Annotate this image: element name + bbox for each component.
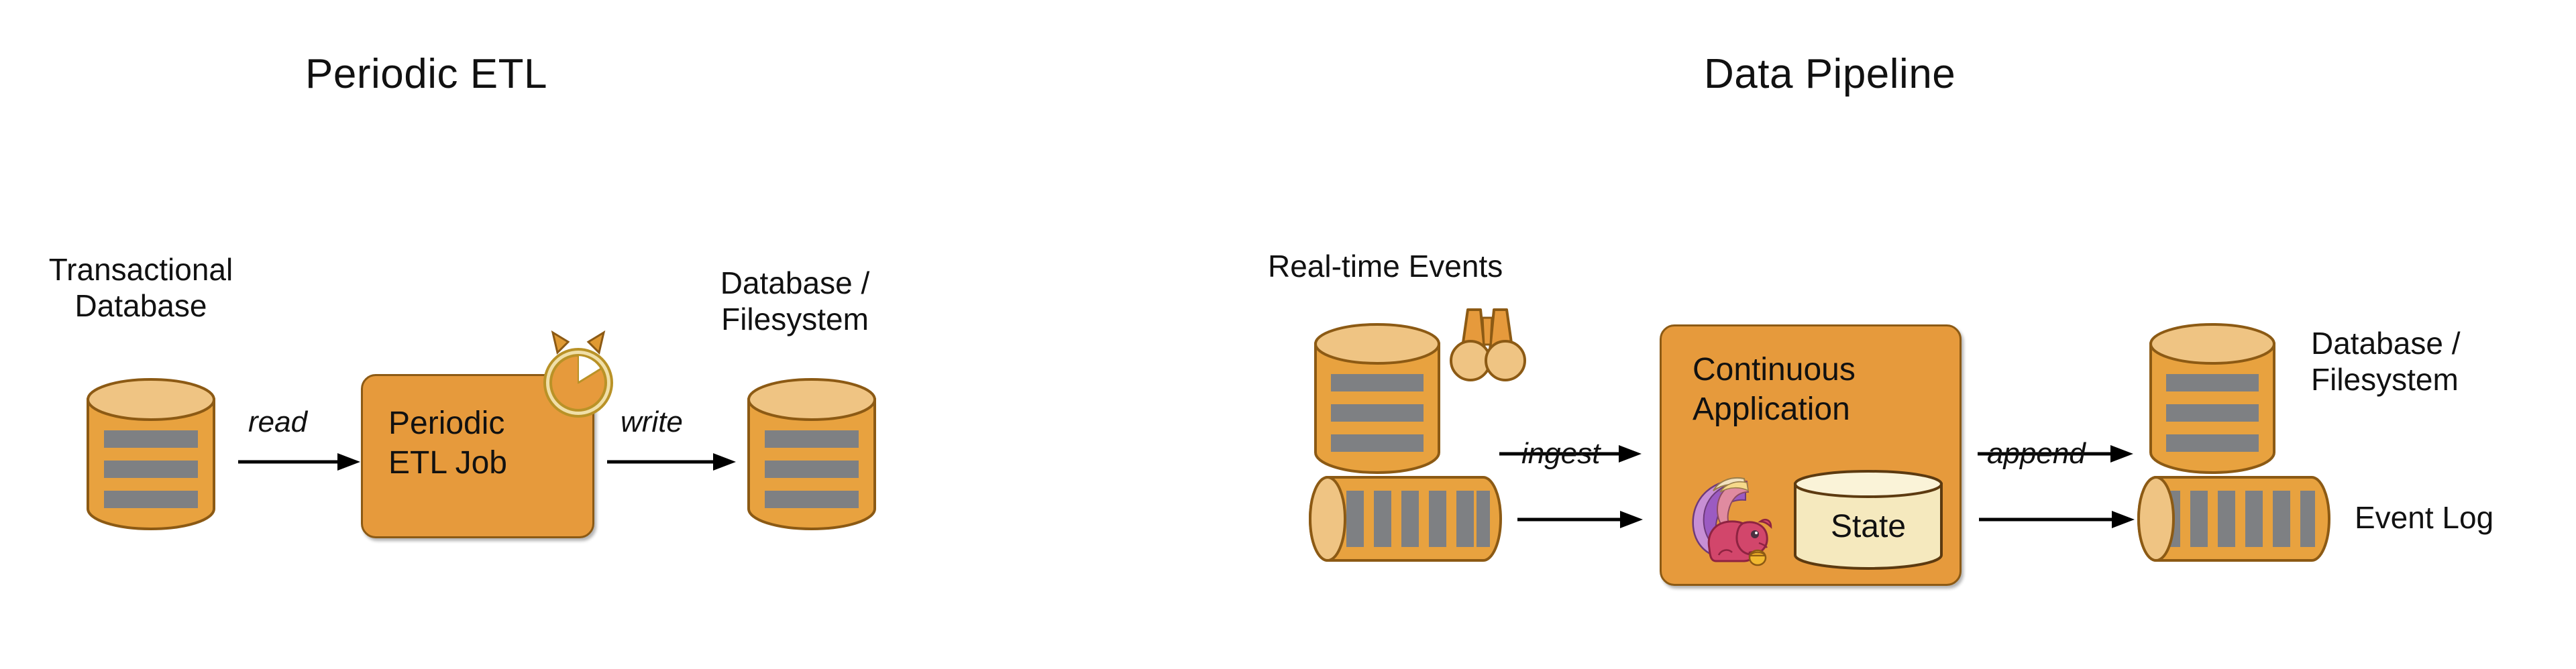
label-transactional-database: Transactional Database bbox=[48, 252, 233, 324]
label-database-filesystem-right: Database / Filesystem bbox=[2311, 326, 2461, 398]
database-cylinder-icon-sink-left bbox=[745, 375, 879, 533]
edge-label-append: append bbox=[1987, 437, 2086, 470]
label-real-time-events: Real-time Events bbox=[1268, 249, 1503, 284]
label-database-filesystem-left: Database / Filesystem bbox=[720, 265, 870, 337]
log-cylinder-icon-event-log-sink bbox=[2133, 475, 2333, 563]
binoculars-icon bbox=[1444, 303, 1531, 389]
edge-label-read: read bbox=[248, 406, 308, 438]
database-cylinder-icon-sink-right bbox=[2147, 320, 2278, 477]
panel-title-data-pipeline: Data Pipeline bbox=[1704, 51, 1956, 97]
stopwatch-icon bbox=[537, 330, 620, 421]
arrow-right-icon-write bbox=[607, 450, 738, 473]
arrow-right-icon-ingest bbox=[1517, 508, 1645, 531]
panel-title-periodic-etl: Periodic ETL bbox=[305, 51, 547, 97]
arrow-right-icon-append bbox=[1979, 508, 2137, 531]
database-cylinder-icon-transactional bbox=[84, 375, 218, 533]
edge-label-write: write bbox=[621, 406, 683, 438]
label-event-log: Event Log bbox=[2355, 500, 2494, 535]
process-box-label-continuous-application: Continuous Application bbox=[1693, 352, 1856, 427]
diagram-canvas: Periodic ETL Transactional Database read bbox=[0, 0, 2576, 669]
database-cylinder-icon-events bbox=[1311, 320, 1443, 477]
log-cylinder-icon-events-source bbox=[1305, 475, 1505, 563]
state-cylinder-label: State bbox=[1830, 509, 1907, 544]
arrow-right-icon-read bbox=[238, 450, 362, 473]
flink-squirrel-icon bbox=[1680, 469, 1780, 570]
state-cylinder-icon: State bbox=[1792, 469, 1944, 571]
edge-label-ingest: ingest bbox=[1521, 437, 1601, 470]
